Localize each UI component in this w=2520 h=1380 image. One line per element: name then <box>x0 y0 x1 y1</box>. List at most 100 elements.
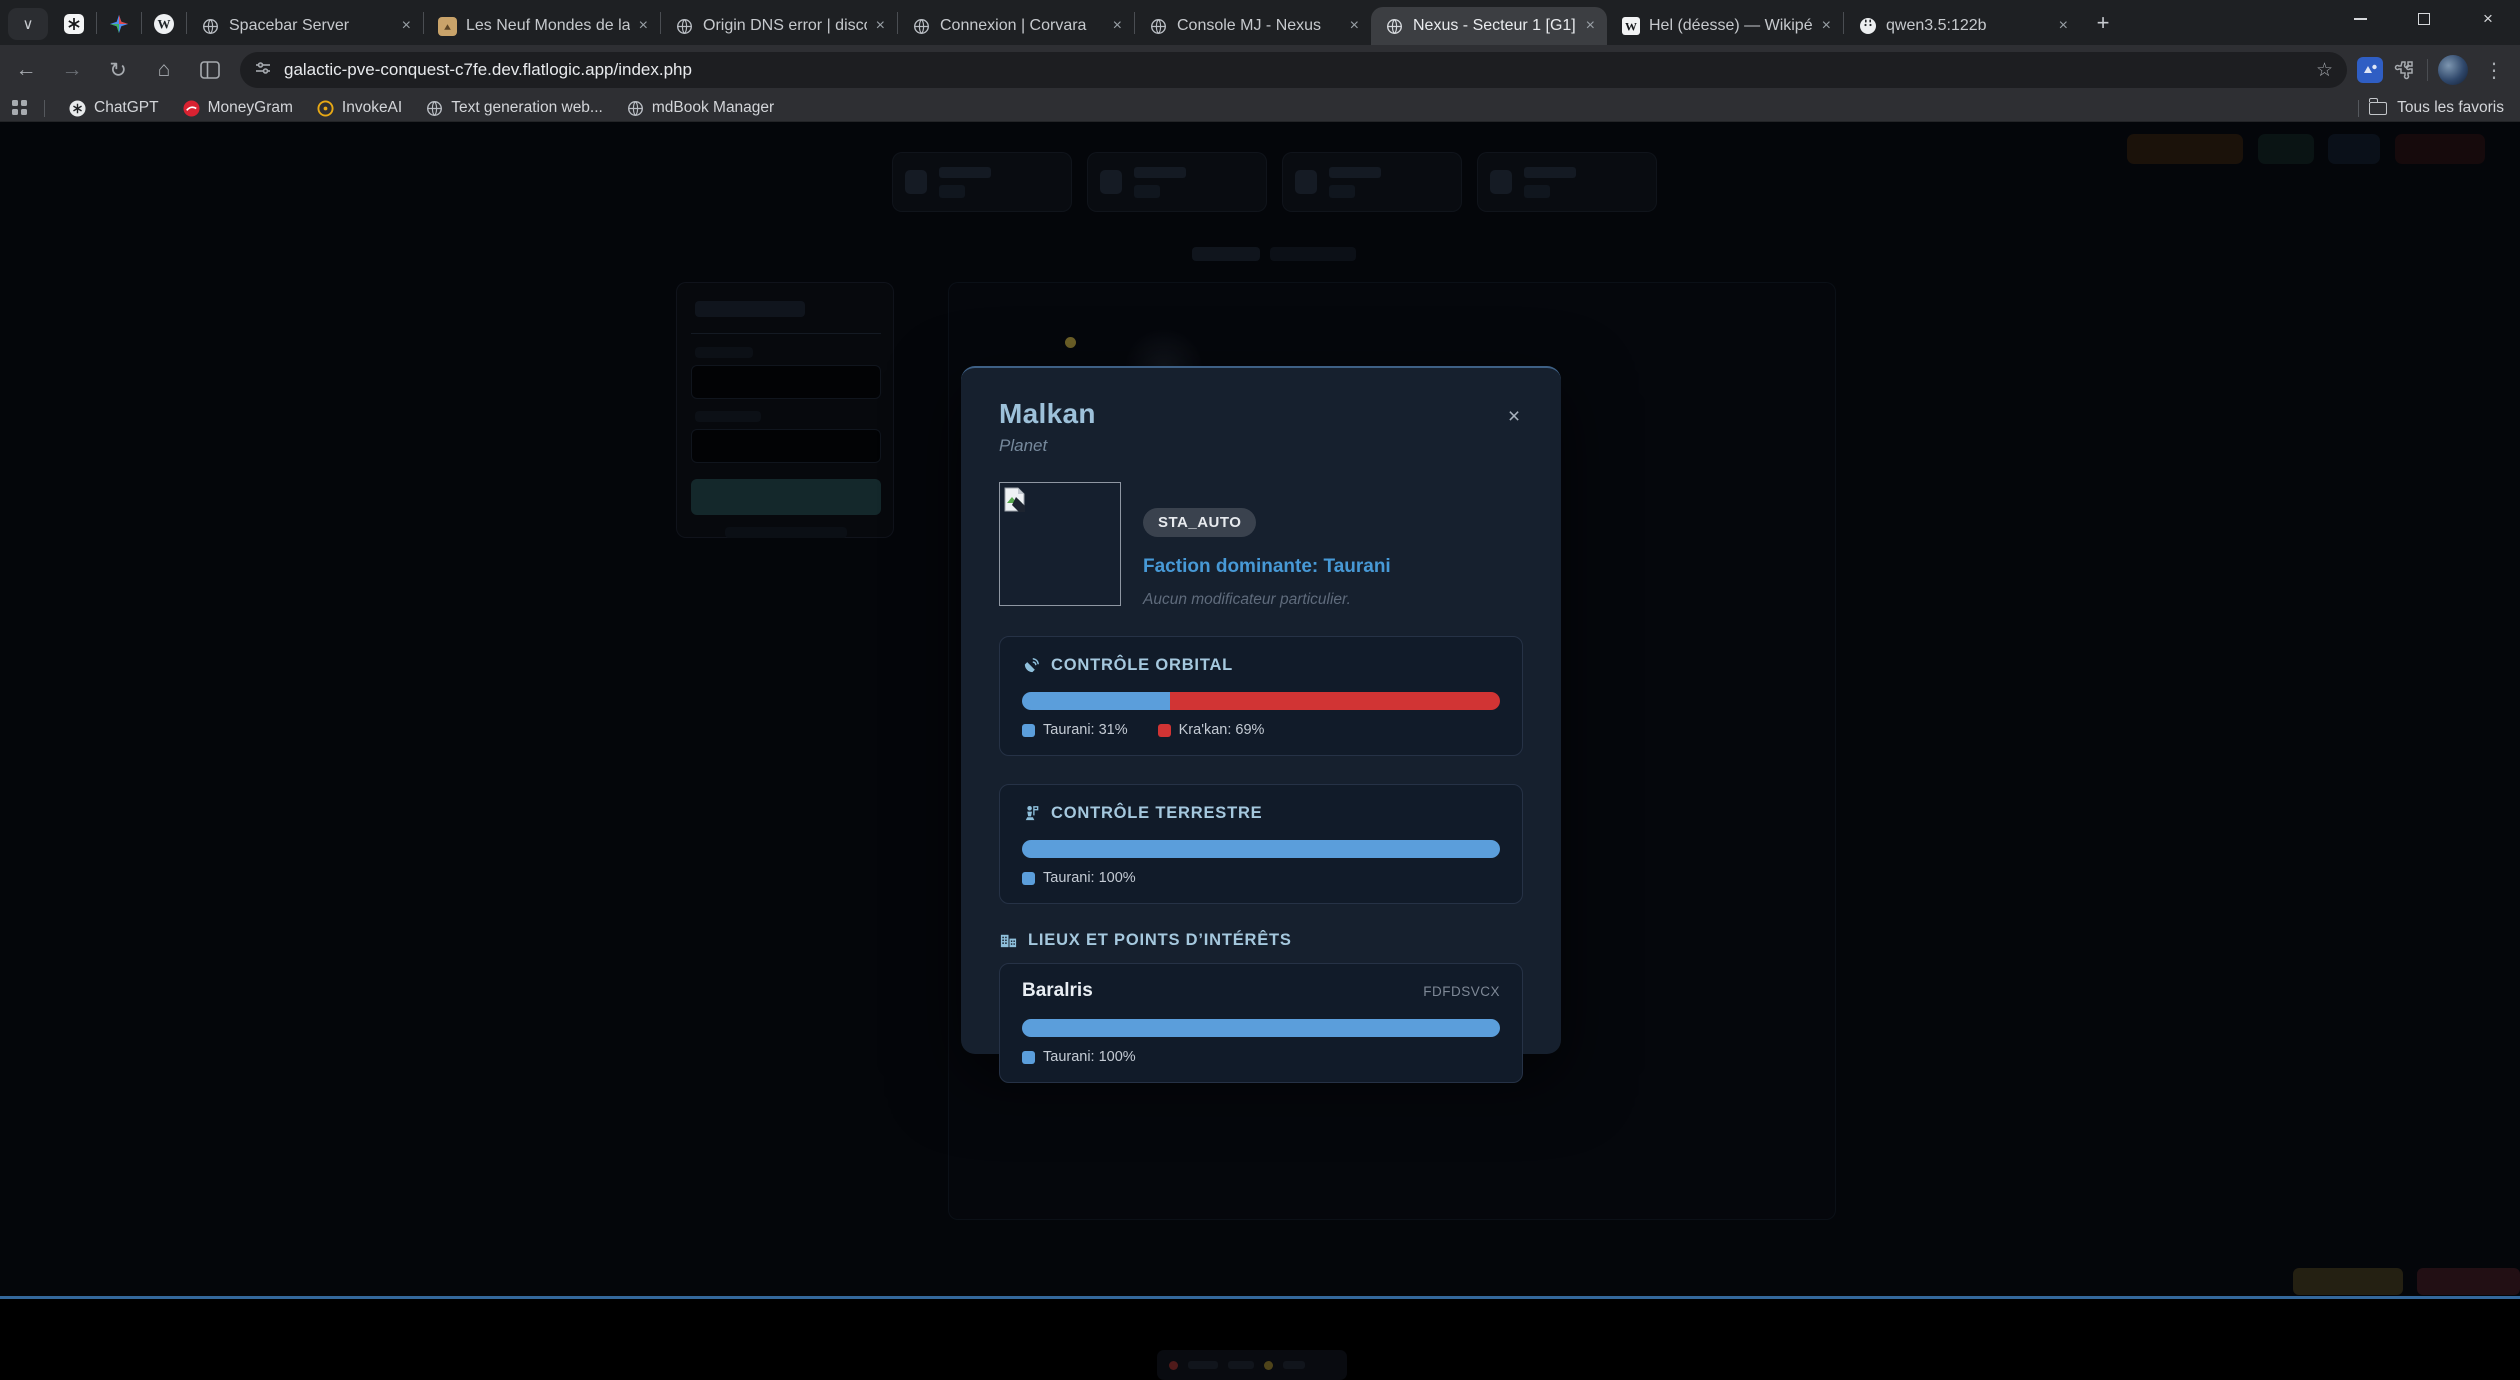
link-placeholder[interactable] <box>725 527 847 538</box>
new-tab-button[interactable]: + <box>2086 6 2120 40</box>
modal-title: Malkan <box>999 398 1523 430</box>
url-text[interactable]: galactic-pve-conquest-c7fe.dev.flatlogic… <box>284 60 2304 80</box>
section-heading-label: CONTRÔLE ORBITAL <box>1051 656 1233 675</box>
globe-icon <box>1385 17 1404 36</box>
ground-legend: Taurani: 100% <box>1022 870 1500 886</box>
tab-console-mj[interactable]: Console MJ - Nexus × <box>1135 7 1371 45</box>
legend-label: Taurani: 100% <box>1043 1049 1136 1065</box>
poi-legend: Taurani: 100% <box>1022 1049 1500 1065</box>
all-bookmarks[interactable]: Tous les favoris <box>2358 99 2504 117</box>
tab-nexus-secteur-active[interactable]: Nexus - Secteur 1 [G1] × <box>1371 7 1607 45</box>
site-settings-icon[interactable] <box>254 59 272 82</box>
bookmark-chatgpt[interactable]: ChatGPT <box>69 99 159 117</box>
section-heading-label: CONTRÔLE TERRESTRE <box>1051 804 1263 823</box>
gemini-icon <box>109 14 129 34</box>
tab-title: Spacebar Server <box>229 17 393 35</box>
tab-title: Origin DNS error | discord-like... <box>703 17 867 35</box>
window-close-button[interactable]: × <box>2456 0 2520 38</box>
tab-title: Console MJ - Nexus <box>1177 17 1341 35</box>
pinned-tab-wordpress[interactable]: W <box>142 7 186 41</box>
corner-button-placeholder[interactable] <box>2293 1268 2403 1295</box>
bookmark-label: MoneyGram <box>208 99 293 117</box>
ground-control-heading: CONTRÔLE TERRESTRE <box>1022 804 1500 823</box>
poi-name-row: Baralris FDFDSVCX <box>1022 980 1500 1002</box>
close-icon[interactable]: × <box>1499 402 1529 432</box>
pinned-tab-chatgpt[interactable] <box>52 7 96 41</box>
back-icon[interactable]: ← <box>6 50 46 90</box>
planet-profile-row: STA_AUTO Faction dominante: Taurani Aucu… <box>999 482 1523 609</box>
bookmark-moneygram[interactable]: MoneyGram <box>183 99 293 117</box>
bookmark-mdbook[interactable]: mdBook Manager <box>627 99 774 117</box>
folder-icon <box>2369 102 2387 115</box>
tab-hel-wikipedia[interactable]: W Hel (déesse) — Wikipédia × <box>1607 7 1843 45</box>
address-bar[interactable]: galactic-pve-conquest-c7fe.dev.flatlogic… <box>240 52 2347 88</box>
corner-button-placeholder[interactable] <box>2417 1268 2520 1295</box>
bookmark-star-icon[interactable]: ☆ <box>2316 59 2333 82</box>
tab-search-button[interactable]: ∨ <box>8 8 48 40</box>
forward-icon[interactable]: → <box>52 50 92 90</box>
tab-neuf-mondes[interactable]: Les Neuf Mondes de la Mythol... × <box>424 7 660 45</box>
chatgpt-icon <box>69 100 86 117</box>
moneygram-icon <box>183 100 200 117</box>
bar-segment-krakan <box>1170 692 1500 710</box>
bookmark-invokeai[interactable]: InvokeAI <box>317 99 402 117</box>
section-heading-label: LIEUX ET POINTS D’INTÉRÊTS <box>1028 931 1292 950</box>
tab-close-icon[interactable]: × <box>1586 17 1595 35</box>
legend-swatch <box>1158 724 1171 737</box>
tab-close-icon[interactable]: × <box>876 17 885 35</box>
orbital-control-bar <box>1022 692 1500 710</box>
tab-close-icon[interactable]: × <box>1822 17 1831 35</box>
tab-close-icon[interactable]: × <box>639 17 648 35</box>
globe-icon <box>201 17 220 36</box>
profile-avatar[interactable] <box>2438 55 2468 85</box>
tab-connexion-corvara[interactable]: Connexion | Corvara × <box>898 7 1134 45</box>
orbital-legend: Taurani: 31% Kra'kan: 69% <box>1022 722 1500 738</box>
input-placeholder[interactable] <box>691 429 881 463</box>
window-maximize-button[interactable] <box>2392 0 2456 38</box>
side-panel-icon[interactable] <box>190 50 230 90</box>
header-pill-placeholder[interactable] <box>2328 134 2380 164</box>
header-pill-placeholder[interactable] <box>2258 134 2314 164</box>
map-legend-placeholder <box>1157 1350 1347 1380</box>
tab-close-icon[interactable]: × <box>1350 17 1359 35</box>
satellite-dish-icon <box>1022 656 1041 675</box>
input-placeholder[interactable] <box>691 365 881 399</box>
header-pill-placeholder[interactable] <box>2127 134 2243 164</box>
window-minimize-button[interactable] <box>2328 0 2392 38</box>
submit-button-placeholder[interactable] <box>691 479 881 515</box>
tab-title: qwen3.5:122b <box>1886 17 2050 35</box>
tab-close-icon[interactable]: × <box>2059 17 2068 35</box>
legend-label: Taurani: 31% <box>1043 722 1128 738</box>
apps-grid-icon[interactable] <box>12 100 28 116</box>
extension-blue-icon[interactable] <box>2357 57 2383 83</box>
globe-icon <box>912 17 931 36</box>
broken-image-icon <box>1004 487 1025 512</box>
globe-icon <box>426 100 443 117</box>
reload-icon[interactable]: ↻ <box>98 50 138 90</box>
bookmark-textgen[interactable]: Text generation web... <box>426 99 603 117</box>
tab-qwen[interactable]: qwen3.5:122b × <box>1844 7 2080 45</box>
tab-origin-dns-error[interactable]: Origin DNS error | discord-like... × <box>661 7 897 45</box>
breadcrumb-placeholder <box>1192 247 1260 261</box>
tab-title: Hel (déesse) — Wikipédia <box>1649 17 1813 35</box>
pinned-tab-gemini[interactable] <box>97 7 141 41</box>
ollama-icon <box>1858 17 1877 36</box>
extensions-puzzle-icon[interactable] <box>2393 58 2417 82</box>
stat-card-placeholder <box>1477 152 1657 212</box>
tab-close-icon[interactable]: × <box>1113 17 1122 35</box>
home-icon[interactable]: ⌂ <box>144 50 184 90</box>
poi-control-bar <box>1022 1019 1500 1037</box>
bookmark-label: mdBook Manager <box>652 99 774 117</box>
poi-card-baralris: Baralris FDFDSVCX Taurani: 100% <box>999 963 1523 1083</box>
page-image-icon <box>438 17 457 36</box>
globe-icon <box>627 100 644 117</box>
header-pill-placeholder[interactable] <box>2395 134 2485 164</box>
bookmark-label: Text generation web... <box>451 99 603 117</box>
svg-text:W: W <box>158 17 171 32</box>
tab-close-icon[interactable]: × <box>402 17 411 35</box>
chatgpt-icon <box>63 13 85 35</box>
map-yellow-dot[interactable] <box>1065 337 1076 348</box>
tab-spacebar-server[interactable]: Spacebar Server × <box>187 7 423 45</box>
menu-kebab-icon[interactable]: ⋮ <box>2478 58 2510 83</box>
globe-icon <box>675 17 694 36</box>
